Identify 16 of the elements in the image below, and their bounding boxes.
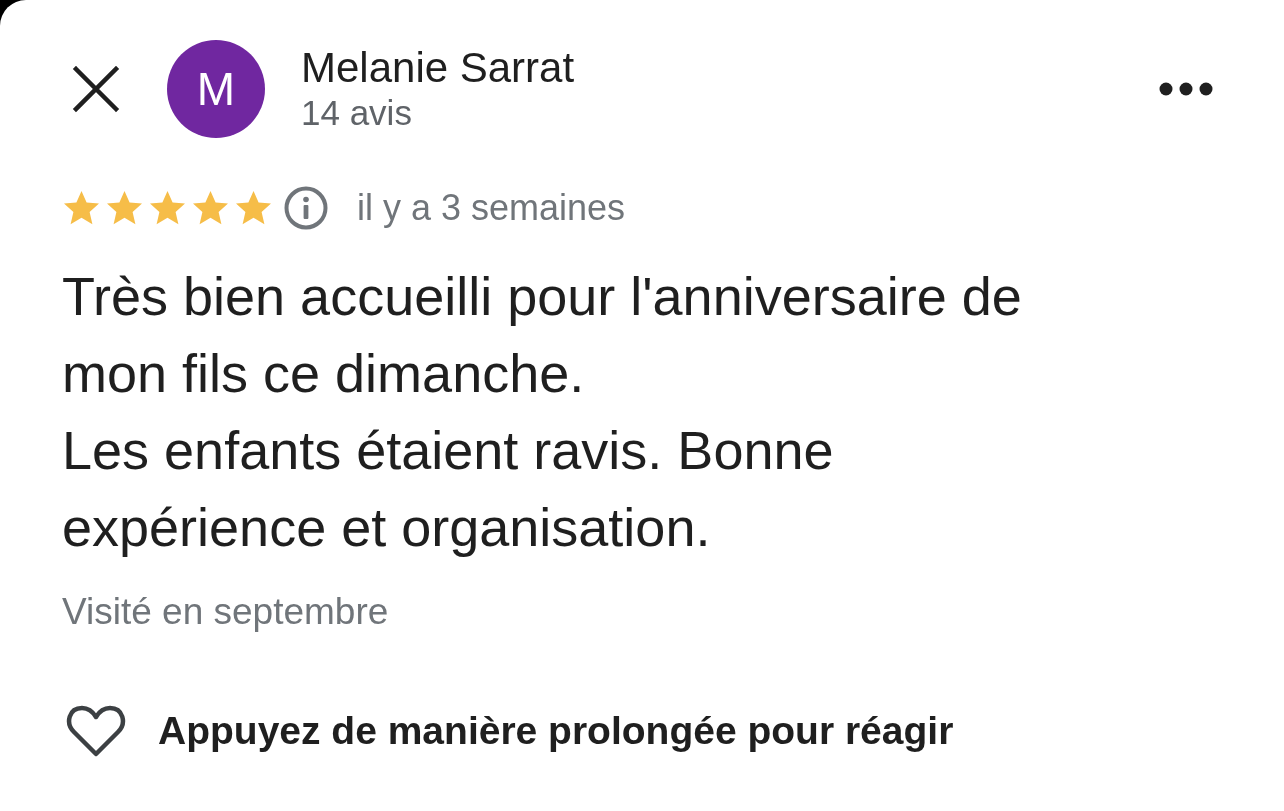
avatar: M: [167, 40, 265, 138]
filled-star-icon: [106, 190, 143, 226]
info-icon[interactable]: [284, 186, 328, 230]
review-time: il y a 3 semaines: [357, 186, 626, 230]
filled-star-icon: [149, 190, 186, 226]
more-options-icon[interactable]: [1158, 81, 1214, 97]
visit-date: Visité en septembre: [61, 590, 390, 634]
reviewer-name: Melanie Sarrat: [301, 44, 575, 92]
reaction-hint: Appuyez de manière prolongée pour réagir: [158, 708, 954, 754]
review-count: 14 avis: [301, 92, 413, 134]
review-text: Très bien accueilli pour l'anniversaire de mon fils ce dimanche. Les enfants étaient ravis. Bonne expérience et organisation.: [61, 265, 1023, 559]
heart-icon[interactable]: [66, 704, 126, 758]
filled-star-icon: [192, 190, 229, 226]
close-icon[interactable]: [72, 65, 120, 113]
filled-star-icon: [63, 190, 100, 226]
filled-star-icon: [235, 190, 272, 226]
